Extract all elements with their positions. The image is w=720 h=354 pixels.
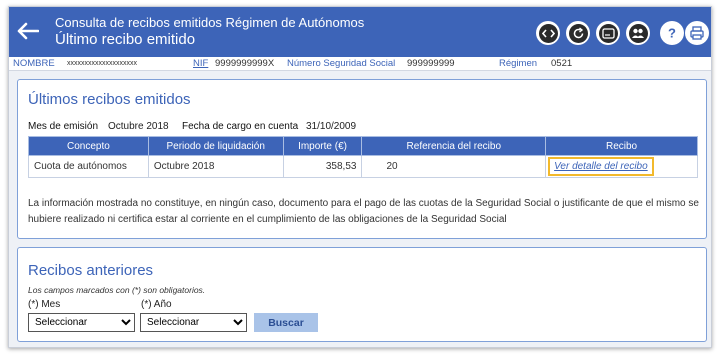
nss-label: Número Seguridad Social — [287, 58, 396, 69]
concepto-cell: Cuota de autónomos — [28, 155, 149, 178]
disclaimer-text: La información mostrada no constituye, e… — [28, 198, 699, 225]
group-icon — [632, 28, 644, 38]
print-icon — [686, 22, 708, 44]
nif-label[interactable]: NIF — [193, 57, 208, 71]
mes-label: (*) Mes — [28, 299, 61, 310]
nif-value: 9999999999X — [215, 58, 275, 69]
taxpayer-info-bar: NOMBRE xxxxxxxxxxxxxxxxxxxx NIF 99999999… — [9, 57, 711, 71]
refresh-button[interactable] — [566, 21, 590, 45]
refresh-icon — [573, 26, 583, 38]
last-receipts-panel: Últimos recibos emitidos Mes de emisión … — [17, 79, 707, 239]
previous-receipts-panel: Recibos anteriores Los campos marcados c… — [17, 247, 707, 342]
fecha-cargo-label: Fecha de cargo en cuenta — [182, 121, 299, 132]
help-button[interactable]: ? — [660, 21, 684, 45]
regimen-label: Régimen — [499, 58, 538, 69]
nombre-value: xxxxxxxxxxxxxxxxxxxx — [67, 60, 137, 67]
receipts-table: Concepto Periodo de liquidación Importe … — [28, 136, 698, 178]
page-title: Consulta de recibos emitidos Régimen de … — [55, 15, 365, 30]
terminal-icon — [601, 27, 615, 39]
back-button[interactable] — [15, 17, 41, 45]
anio-label: (*) Año — [141, 299, 172, 310]
code-button[interactable] — [536, 21, 560, 45]
column-header: Importe (€) — [282, 136, 363, 156]
column-header: Concepto — [28, 136, 149, 156]
column-header: Periodo de liquidación — [147, 136, 284, 156]
app-window: Consulta de recibos emitidos Régimen de … — [8, 6, 712, 348]
view-receipt-detail-link[interactable]: Ver detalle del recibo — [548, 157, 654, 176]
recibo-cell: Ver detalle del recibo — [545, 155, 698, 178]
column-header: Referencia del recibo — [361, 136, 547, 156]
previous-receipts-title: Recibos anteriores — [28, 262, 154, 279]
svg-text:?: ? — [668, 26, 676, 41]
anio-select[interactable]: Seleccionar — [140, 313, 247, 332]
back-arrow-icon — [17, 22, 39, 40]
group-button[interactable] — [626, 21, 650, 45]
mes-emision-label: Mes de emisión — [28, 121, 99, 132]
terminal-button[interactable] — [596, 21, 620, 45]
search-button[interactable]: Buscar — [254, 313, 318, 332]
mes-emision-value: Octubre 2018 — [108, 121, 169, 132]
nombre-label: NOMBRE — [13, 58, 55, 69]
code-icon — [541, 28, 555, 38]
header-bar: Consulta de recibos emitidos Régimen de … — [9, 7, 711, 57]
required-fields-note: Los campos marcados con (*) son obligato… — [28, 285, 206, 295]
importe-cell: 358,53 — [282, 155, 363, 178]
last-receipts-title: Últimos recibos emitidos — [28, 91, 191, 108]
fecha-cargo-value: 31/10/2009 — [306, 121, 357, 132]
nss-value: 999999999 — [407, 58, 455, 69]
referencia-cell: 20 — [361, 155, 547, 178]
periodo-cell: Octubre 2018 — [147, 155, 284, 178]
table-header-row: Concepto Periodo de liquidación Importe … — [28, 136, 698, 156]
print-button[interactable] — [685, 21, 709, 45]
table-row: Cuota de autónomos Octubre 2018 358,53 2… — [28, 155, 698, 178]
page-subtitle: Último recibo emitido — [55, 31, 196, 48]
regimen-value: 0521 — [551, 58, 573, 69]
help-icon: ? — [661, 22, 683, 44]
column-header: Recibo — [545, 136, 698, 156]
mes-select[interactable]: Seleccionar — [28, 313, 135, 332]
